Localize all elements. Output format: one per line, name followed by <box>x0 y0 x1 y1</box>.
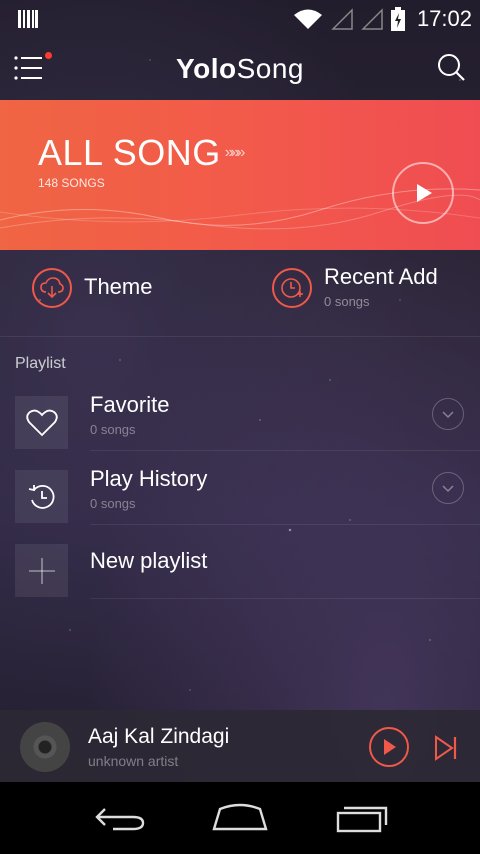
chevron-down-icon <box>442 411 454 419</box>
theme-button[interactable]: Theme <box>32 268 152 308</box>
search-button[interactable] <box>436 52 468 84</box>
hamburger-menu-icon <box>14 56 42 80</box>
playlist-section-label: Playlist <box>15 355 66 372</box>
search-icon <box>438 54 465 81</box>
playlist-name: New playlist <box>90 548 208 573</box>
recents-button[interactable] <box>332 800 392 836</box>
album-art-disc <box>20 722 70 772</box>
recent-add-button[interactable]: Recent Add 0 songs <box>272 264 438 309</box>
expand-button[interactable] <box>432 398 464 430</box>
app-title: YoloSong <box>176 53 304 85</box>
plus-icon <box>15 544 68 597</box>
next-button[interactable] <box>432 734 460 762</box>
signal-2-icon <box>361 8 383 30</box>
app-title-light: Song <box>236 53 304 84</box>
playlist-name: Favorite <box>90 392 170 417</box>
clock-add-icon <box>272 268 312 308</box>
playlist-row-play-history[interactable]: Play History 0 songs <box>0 466 480 544</box>
playlist-name: Play History <box>90 466 208 491</box>
wifi-icon <box>293 9 322 29</box>
back-icon <box>95 808 145 831</box>
banner-song-count: 148 SONGS <box>38 176 105 190</box>
battery-icon <box>390 7 405 31</box>
divider <box>90 598 480 599</box>
now-playing-artist: unknown artist <box>88 753 179 769</box>
playlist-count: 0 songs <box>90 496 136 511</box>
playlist-row-new[interactable]: New playlist <box>0 544 480 618</box>
quick-actions: Theme Recent Add 0 songs <box>0 250 480 336</box>
expand-button[interactable] <box>432 472 464 504</box>
recent-add-label: Recent Add <box>324 264 438 289</box>
theme-label: Theme <box>84 274 153 299</box>
notification-dot <box>45 52 52 59</box>
recents-icon <box>336 806 388 833</box>
status-bar: 17:02 <box>0 0 480 38</box>
cloud-download-icon <box>32 268 72 308</box>
recent-add-count: 0 songs <box>324 294 370 309</box>
playlist-count: 0 songs <box>90 422 136 437</box>
app-title-bold: Yolo <box>176 53 237 84</box>
play-all-button[interactable] <box>392 162 454 224</box>
divider <box>0 336 480 337</box>
play-icon <box>384 739 396 755</box>
divider <box>90 524 480 525</box>
app-screen: 17:02 YoloSong ALL SONG »»» 148 SONGS Th… <box>0 0 480 854</box>
heart-icon <box>15 396 68 449</box>
banner-arrows: »»» <box>224 144 246 161</box>
system-nav-bar <box>0 782 480 854</box>
menu-button[interactable] <box>14 52 54 86</box>
all-song-banner[interactable]: ALL SONG »»» 148 SONGS <box>0 100 480 250</box>
chevron-down-icon <box>442 485 454 493</box>
banner-title-text: ALL SONG <box>38 132 221 173</box>
play-button[interactable] <box>369 727 409 767</box>
home-button[interactable] <box>210 800 270 836</box>
signal-icon <box>331 8 353 30</box>
skip-next-icon <box>435 735 457 761</box>
history-icon <box>15 470 68 523</box>
now-playing-title: Aaj Kal Zindagi <box>88 725 230 748</box>
barcode-notification-icon <box>18 10 38 28</box>
top-bar: YoloSong <box>0 38 480 100</box>
status-time: 17:02 <box>416 6 472 31</box>
home-icon <box>212 803 268 831</box>
banner-title: ALL SONG »»» <box>38 132 246 174</box>
divider <box>90 450 480 451</box>
playlist-row-favorite[interactable]: Favorite 0 songs <box>0 392 480 470</box>
now-playing-bar[interactable]: Aaj Kal Zindagi unknown artist <box>0 710 480 782</box>
play-icon <box>417 184 432 202</box>
back-button[interactable] <box>90 800 150 836</box>
